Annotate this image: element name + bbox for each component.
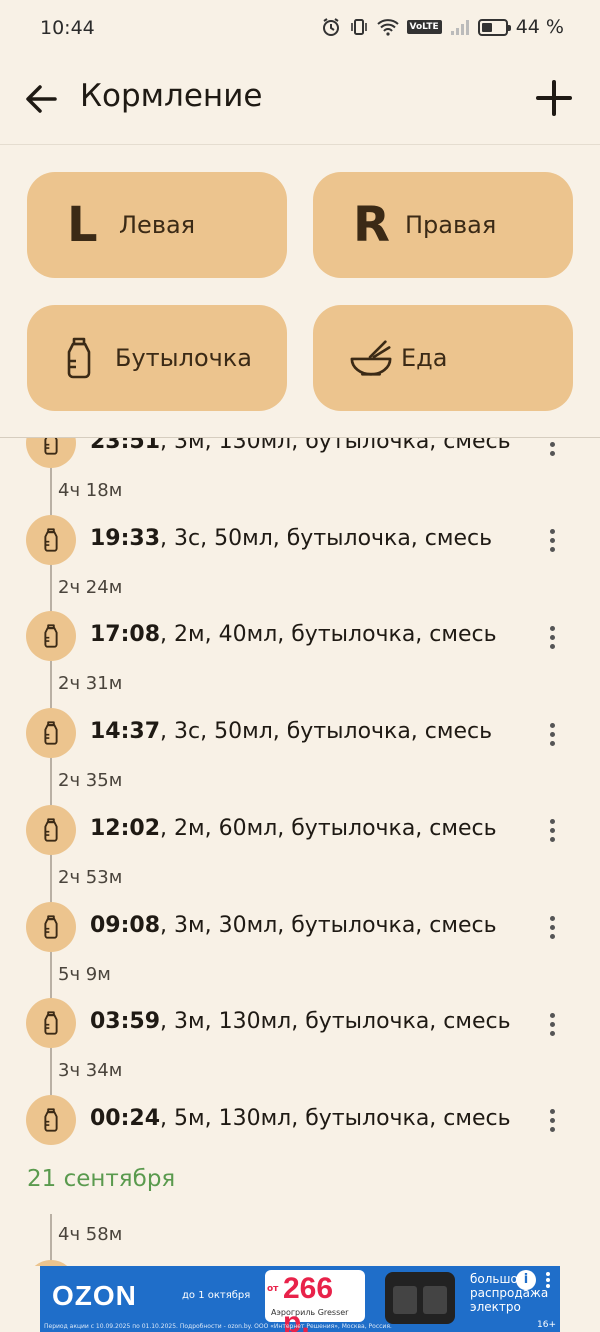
volte-icon: VoLTE — [406, 20, 442, 34]
battery-percent: 44 % — [515, 16, 564, 38]
feeding-entry[interactable]: 14:37, 3с, 50мл, бутылочка, смесь — [0, 708, 600, 760]
ad-price-box: от 266 р. Аэрогриль Gresser — [265, 1270, 365, 1332]
add-button[interactable] — [530, 74, 578, 122]
bottle-button[interactable]: Бутылочка — [27, 305, 287, 411]
entry-text: 12:02, 2м, 60мл, бутылочка, смесь — [90, 816, 497, 841]
entry-time: 09:08 — [90, 912, 161, 938]
more-options-icon[interactable] — [540, 617, 564, 657]
arrow-left-icon — [26, 85, 57, 113]
bottle-icon — [26, 901, 76, 952]
bowl-icon — [349, 333, 393, 383]
entry-details: , 3м, 130мл, бутылочка, смесь — [160, 438, 511, 454]
food-label: Еда — [401, 344, 448, 372]
feeding-timeline[interactable]: 23:51, 3м, 130мл, бутылочка, смесь 4ч 18м… — [0, 438, 600, 1266]
ad-from: от — [267, 1284, 279, 1294]
entry-details: , 3м, 30мл, бутылочка, смесь — [160, 912, 497, 938]
more-options-icon[interactable] — [540, 811, 564, 851]
interval-label: 5ч 9м — [58, 963, 111, 985]
bottle-icon — [26, 998, 76, 1049]
header-divider — [0, 144, 600, 145]
food-button[interactable]: Еда — [313, 305, 573, 411]
interval-label: 4ч 18м — [58, 480, 123, 501]
left-breast-button[interactable]: L Левая — [27, 172, 287, 278]
entry-time: 14:37 — [90, 719, 161, 745]
entry-text: 23:51, 3м, 130мл, бутылочка, смесь — [90, 438, 511, 454]
bottle-icon — [26, 1094, 76, 1145]
entry-details: , 3м, 130мл, бутылочка, смесь — [160, 1009, 511, 1035]
right-breast-button[interactable]: R Правая — [313, 172, 573, 278]
ad-menu-icon[interactable] — [542, 1270, 554, 1290]
bottle-label: Бутылочка — [115, 344, 253, 372]
ad-logo: OZON — [52, 1280, 137, 1311]
bottle-icon — [26, 438, 76, 468]
entry-text: 14:37, 3с, 50мл, бутылочка, смесь — [90, 719, 492, 744]
bottle-icon — [63, 333, 107, 383]
entry-text: 09:08, 3м, 30мл, бутылочка, смесь — [90, 913, 497, 938]
entry-time: 03:59 — [90, 1009, 161, 1035]
left-label: Левая — [119, 211, 196, 239]
entry-time: 23:51 — [90, 438, 161, 454]
info-icon[interactable]: i — [516, 1270, 536, 1290]
alarm-icon — [321, 17, 341, 37]
entry-details: , 3с, 50мл, бутылочка, смесь — [160, 719, 493, 745]
entry-time: 12:02 — [90, 815, 161, 841]
more-options-icon[interactable] — [540, 1004, 564, 1044]
right-label: Правая — [405, 211, 497, 239]
more-options-icon[interactable] — [540, 908, 564, 948]
ad-age-rating: 16+ — [537, 1320, 556, 1330]
ad-fine-print: Период акции с 10.09.2025 по 01.10.2025.… — [44, 1323, 392, 1330]
interval-label: 4ч 58м — [58, 1224, 123, 1245]
bottle-icon — [26, 611, 76, 662]
feeding-entry[interactable]: 00:24, 5м, 130мл, бутылочка, смесь — [0, 1094, 600, 1147]
entry-details: , 2м, 40мл, бутылочка, смесь — [160, 622, 497, 648]
status-time: 10:44 — [40, 17, 95, 39]
more-options-icon[interactable] — [540, 521, 564, 561]
plus-icon — [536, 80, 572, 116]
more-options-icon[interactable] — [540, 1101, 564, 1141]
date-header: 21 сентября — [27, 1166, 176, 1192]
right-letter: R — [353, 197, 390, 253]
timeline-line — [50, 1214, 52, 1266]
feeding-entry[interactable]: 19:33, 3с, 50мл, бутылочка, смесь — [0, 514, 600, 567]
signal-icon — [450, 18, 470, 36]
ad-brand: Аэрогриль Gresser — [271, 1308, 349, 1317]
bottle-icon — [26, 708, 76, 759]
app-bar: Кормление — [0, 58, 600, 140]
more-options-icon[interactable] — [540, 438, 564, 464]
battery-icon — [477, 18, 511, 36]
status-icons: VoLTE 44 % — [321, 16, 564, 38]
entry-details: , 5м, 130мл, бутылочка, смесь — [160, 1105, 511, 1131]
interval-label: 2ч 53м — [58, 866, 123, 888]
back-button[interactable] — [18, 76, 64, 122]
feeding-entry[interactable]: 12:02, 2м, 60мл, бутылочка, смесь — [0, 804, 600, 857]
more-options-icon[interactable] — [540, 714, 564, 754]
ad-dates: до 1 октября — [182, 1290, 251, 1301]
interval-label: 3ч 34м — [58, 1060, 123, 1082]
entry-details: , 3с, 50мл, бутылочка, смесь — [160, 525, 493, 551]
interval-label: 2ч 31м — [58, 673, 123, 695]
entry-text: 19:33, 3с, 50мл, бутылочка, смесь — [90, 526, 492, 551]
ad-product-image — [385, 1272, 455, 1324]
entry-text: 03:59, 3м, 130мл, бутылочка, смесь — [90, 1009, 511, 1034]
entry-time: 00:24 — [90, 1105, 161, 1131]
entry-text: 17:08, 2м, 40мл, бутылочка, смесь — [90, 622, 497, 647]
ad-banner[interactable]: OZON до 1 октября от 266 р. Аэрогриль Gr… — [40, 1266, 560, 1332]
wifi-icon — [376, 18, 399, 36]
page-title: Кормление — [80, 78, 263, 114]
interval-label: 2ч 35м — [58, 770, 123, 792]
bottle-icon — [26, 804, 76, 855]
bottle-icon — [26, 514, 76, 565]
status-bar: 10:44 VoLTE 44 % — [0, 0, 600, 58]
feeding-entry[interactable]: 09:08, 3м, 30мл, бутылочка, смесь — [0, 901, 600, 954]
entry-time: 19:33 — [90, 525, 161, 551]
feeding-entry[interactable]: 23:51, 3м, 130мл, бутылочка, смесь — [0, 438, 600, 470]
left-letter: L — [67, 197, 98, 253]
interval-label: 2ч 24м — [58, 576, 123, 598]
vibrate-icon — [349, 17, 369, 37]
feeding-entry[interactable]: 17:08, 2м, 40мл, бутылочка, смесь — [0, 611, 600, 663]
feeding-entry[interactable]: 03:59, 3м, 130мл, бутылочка, смесь — [0, 998, 600, 1050]
entry-time: 17:08 — [90, 622, 161, 648]
entry-details: , 2м, 60мл, бутылочка, смесь — [160, 815, 497, 841]
entry-text: 00:24, 5м, 130мл, бутылочка, смесь — [90, 1106, 511, 1131]
